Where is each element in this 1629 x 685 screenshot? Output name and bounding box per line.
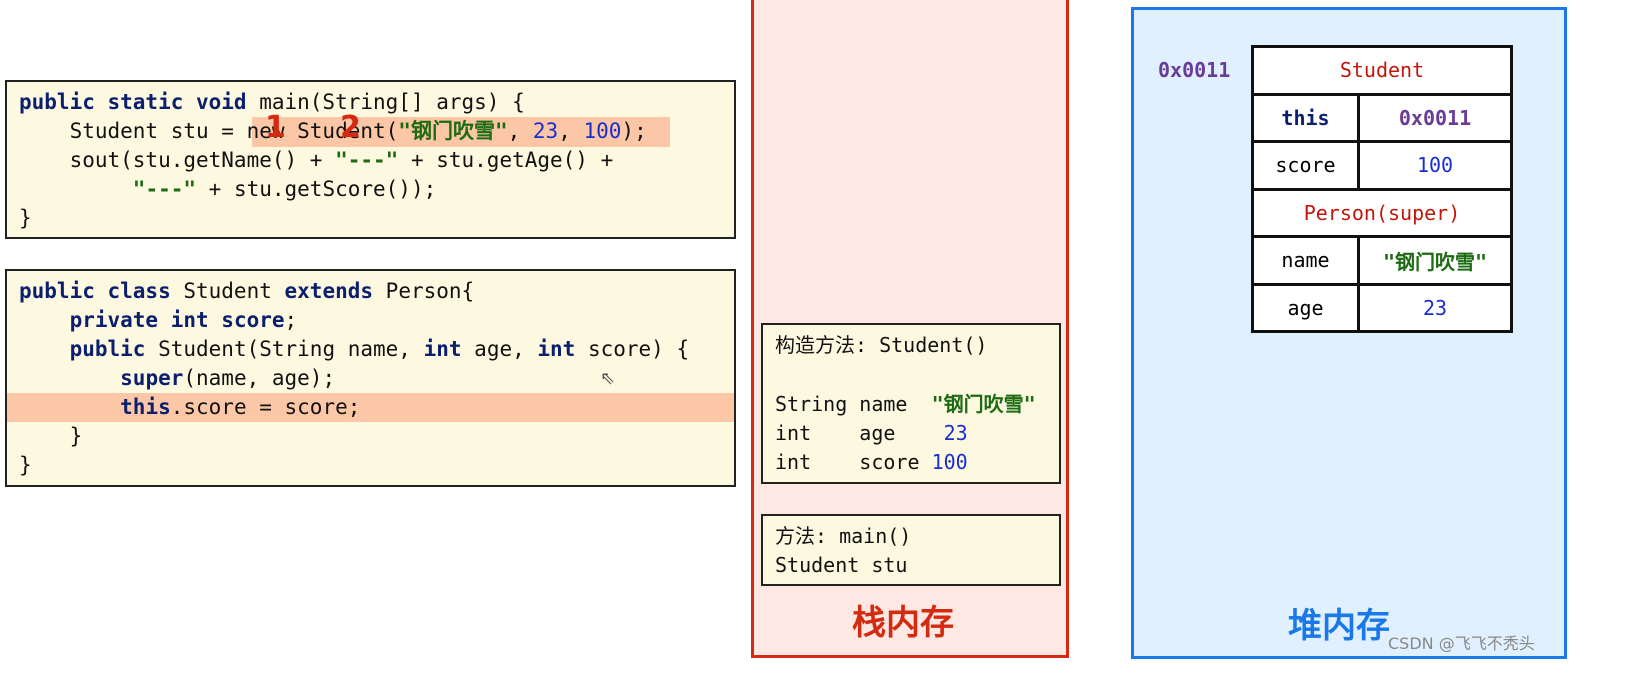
frame-title: 方法: main() (775, 524, 912, 548)
mouse-cursor-icon: ⇖ (600, 368, 616, 389)
field-name: name (1251, 235, 1360, 286)
code-token: age, (461, 337, 538, 361)
code-token: } (19, 453, 32, 477)
student-class-code: public class Student extends Person{ pri… (5, 269, 736, 487)
heap-label: 堆内存 (1288, 606, 1390, 646)
code-token: int (537, 337, 576, 361)
code-token: "钢门吹雪" (398, 119, 508, 143)
code-token: } (19, 424, 83, 448)
var-type: String (775, 392, 848, 416)
code-token: "---" (132, 177, 197, 201)
frame-var: Student stu (775, 553, 908, 577)
code-line: Student stu = new Student("钢门吹雪", 23, 10… (19, 117, 647, 146)
class-header: Student (1251, 45, 1513, 96)
code-token: 100 (583, 119, 622, 143)
var-value: 23 (931, 421, 968, 445)
code-line: private int score; (19, 306, 298, 335)
code-token: 23 (532, 119, 559, 143)
code-line: } (19, 422, 83, 451)
code-token: sout(stu.getName() + (19, 148, 336, 172)
code-token: main(String[] args) { (246, 90, 525, 114)
main-stack-frame: 方法: main() Student stu (761, 514, 1061, 586)
object-address: 0x0011 (1158, 58, 1231, 82)
code-token: int (423, 337, 462, 361)
code-token: private int score (69, 308, 285, 332)
frame-var: int age 23 (775, 419, 968, 448)
var-name: score (859, 450, 920, 474)
code-token: this (120, 395, 171, 419)
code-line: } (19, 451, 32, 480)
code-token: public (69, 337, 146, 361)
frame-var: int score 100 (775, 448, 968, 477)
var-name: age (859, 421, 920, 445)
code-token: , (507, 119, 533, 143)
code-token: + stu.getScore()); (196, 177, 437, 201)
code-token: Person{ (373, 279, 475, 303)
step-marker-2: 2 (340, 110, 361, 145)
code-token: + stu.getAge() + (398, 148, 614, 172)
field-value: 100 (1357, 140, 1513, 191)
code-token: ; (284, 308, 298, 332)
code-line: } (19, 204, 32, 233)
field-value: 0x0011 (1357, 92, 1513, 143)
code-token: Student (170, 279, 285, 303)
code-line: sout(stu.getName() + "---" + stu.getAge(… (19, 146, 614, 175)
code-line: public class Student extends Person{ (19, 277, 474, 306)
code-token: ); (621, 119, 647, 143)
constructor-stack-frame: 构造方法: Student() String name "钢门吹雪" int ag… (761, 323, 1061, 484)
code-token: .score = score; (170, 395, 361, 419)
code-token: Student(String name, (145, 337, 424, 361)
code-token: (name, age); (183, 366, 336, 390)
code-line: super(name, age); (19, 364, 335, 393)
step-marker-1: 1 (265, 110, 286, 145)
var-type: int (775, 450, 848, 474)
code-token: extends (284, 279, 374, 303)
var-value: "钢门吹雪" (931, 392, 1036, 416)
super-header: Person(super) (1251, 187, 1513, 238)
field-name: score (1251, 140, 1360, 191)
field-name: this (1251, 92, 1360, 143)
code-token: "---" (335, 148, 399, 172)
var-value: 100 (931, 450, 968, 474)
field-value: 23 (1357, 282, 1513, 333)
field-name: age (1251, 282, 1360, 333)
stack-label: 栈内存 (852, 603, 954, 643)
field-value: "钢门吹雪" (1357, 235, 1513, 286)
code-line: "---" + stu.getScore()); (19, 175, 436, 204)
code-token: super (120, 366, 184, 390)
code-line: public Student(String name, int age, int… (19, 335, 690, 364)
var-type: int (775, 421, 848, 445)
frame-var: String name "钢门吹雪" (775, 390, 1036, 419)
frame-title: 构造方法: Student() (775, 333, 988, 357)
code-token: score) { (575, 337, 690, 361)
watermark: CSDN @飞飞不秃头 (1388, 634, 1535, 653)
code-token: public static void (19, 90, 247, 114)
code-token: , (558, 119, 584, 143)
main-method-code: public static void main(String[] args) {… (5, 80, 736, 239)
var-name: name (859, 392, 920, 416)
code-line: this.score = score; (19, 393, 360, 422)
code-token: } (19, 206, 32, 230)
code-token: public class (19, 279, 171, 303)
